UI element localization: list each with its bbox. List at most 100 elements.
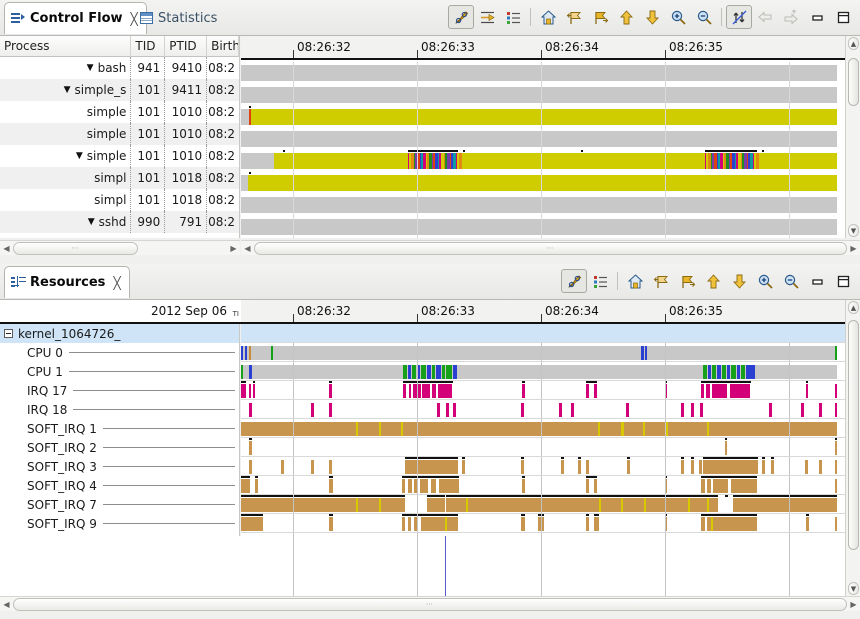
state-interval-base[interactable] [241,422,837,436]
state-interval[interactable] [835,517,837,531]
state-interval[interactable] [598,422,600,436]
state-interval[interactable] [466,498,468,512]
table-row[interactable]: simple101101008:2 [0,101,239,123]
state-interval[interactable] [699,460,702,474]
table-row[interactable]: ▼bash941941008:2 [0,57,239,79]
state-interval[interactable] [427,365,431,379]
state-interval[interactable] [681,460,684,474]
resource-row-irq-18[interactable]: IRQ 18 [0,400,239,419]
resource-row-cpu-1[interactable]: CPU 1 [0,362,239,381]
resource-timeline-row[interactable] [241,419,845,438]
state-interval-base[interactable] [241,346,837,360]
state-interval[interactable] [409,384,411,398]
select-next-event-button[interactable] [587,5,613,29]
state-interval[interactable] [241,87,837,103]
state-interval[interactable] [712,365,716,379]
state-interval[interactable] [432,365,435,379]
filter-button[interactable] [500,5,526,29]
resources-tree[interactable]: kernel_1064726_CPU 0CPU 1IRQ 17IRQ 18SOF… [0,324,240,536]
select-previous-item-button[interactable] [613,5,639,29]
state-interval[interactable] [725,441,727,455]
state-interval[interactable] [805,460,808,474]
tab-control-flow[interactable]: Control Flow ╳ [4,2,147,34]
column-header-ptid[interactable]: PTID [165,36,207,57]
resource-timeline-row[interactable] [241,343,845,362]
res-hscroll-left-arrow[interactable]: ◀ [0,598,13,611]
state-interval[interactable] [681,403,684,417]
state-interval[interactable] [701,517,705,531]
zoom-out-button[interactable] [691,5,717,29]
state-interval[interactable] [439,479,459,493]
resource-row-soft-irq-1[interactable]: SOFT_IRQ 1 [0,419,239,438]
state-interval[interactable] [241,517,263,531]
state-interval[interactable] [741,365,745,379]
timeline-row[interactable] [241,84,860,106]
state-interval[interactable] [445,517,447,531]
state-interval[interactable] [453,365,457,379]
state-interval[interactable] [578,460,581,474]
state-interval[interactable] [329,460,332,474]
state-interval[interactable] [403,365,407,379]
state-interval[interactable] [521,460,524,474]
state-interval[interactable] [700,403,703,417]
state-interval[interactable] [712,384,727,398]
select-previous-item-button-res[interactable] [700,269,726,293]
timeline-row[interactable] [241,106,860,128]
resources-vscrollbar[interactable]: ▲ ▼ [845,300,860,596]
hscroll-right-arrow-2[interactable]: ▶ [847,242,860,255]
timeline-row[interactable] [241,150,860,172]
tab-resources[interactable]: Resources ╳ [4,266,130,298]
state-interval[interactable] [241,197,837,213]
show-legend-button[interactable] [474,5,500,29]
state-interval[interactable] [559,403,562,417]
resource-timeline-row[interactable] [241,495,845,514]
state-interval[interactable] [835,441,837,455]
state-interval[interactable] [701,479,705,493]
resource-row-soft-irq-9[interactable]: SOFT_IRQ 9 [0,514,239,533]
state-interval[interactable] [801,403,804,417]
state-interval[interactable] [421,517,458,531]
state-interval[interactable] [806,517,809,531]
table-row[interactable]: simple101101008:2 [0,123,239,145]
state-interval[interactable] [691,403,694,417]
state-interval[interactable] [453,403,456,417]
state-interval[interactable] [586,460,589,474]
state-interval[interactable] [431,479,436,493]
state-interval[interactable] [402,479,405,493]
state-interval[interactable] [708,365,711,379]
state-interval[interactable] [706,384,710,398]
state-interval[interactable] [521,403,524,417]
state-interval[interactable] [253,384,255,398]
state-interval[interactable] [356,422,358,436]
control-flow-timeline-hscrollbar[interactable]: ◀ ⋯ ▶ [241,240,860,255]
close-icon-resources[interactable]: ╳ [113,277,120,289]
state-interval[interactable] [311,403,314,417]
state-interval[interactable] [691,460,694,474]
hscroll-left-arrow[interactable]: ◀ [0,242,13,255]
state-interval[interactable] [722,365,726,379]
zoom-in-button[interactable] [665,5,691,29]
state-interval[interactable] [835,479,837,493]
state-interval[interactable] [241,131,837,147]
state-interval[interactable] [402,517,405,531]
state-interval[interactable] [711,517,713,531]
table-row[interactable]: ▼sshd99079108:2 [0,211,239,233]
state-interval[interactable] [730,384,750,398]
state-interval[interactable] [731,479,757,493]
state-interval[interactable] [462,460,465,474]
expand-arrow-icon[interactable]: ▼ [64,85,71,95]
state-interval[interactable] [707,422,709,436]
resource-row-soft-irq-3[interactable]: SOFT_IRQ 3 [0,457,239,476]
resources-root-row[interactable]: kernel_1064726_ [0,324,239,343]
toggle-highlight-button[interactable] [448,5,474,29]
state-interval[interactable] [707,517,757,531]
state-interval[interactable] [446,498,718,512]
state-interval[interactable] [688,498,690,512]
state-interval[interactable] [241,219,837,235]
state-interval[interactable] [586,384,589,398]
resource-row-cpu-0[interactable]: CPU 0 [0,343,239,362]
state-interval[interactable] [627,460,630,474]
select-previous-event-button[interactable] [561,5,587,29]
maximize-button-res[interactable] [830,269,856,293]
hscroll-track[interactable]: ⋯ [13,242,227,255]
